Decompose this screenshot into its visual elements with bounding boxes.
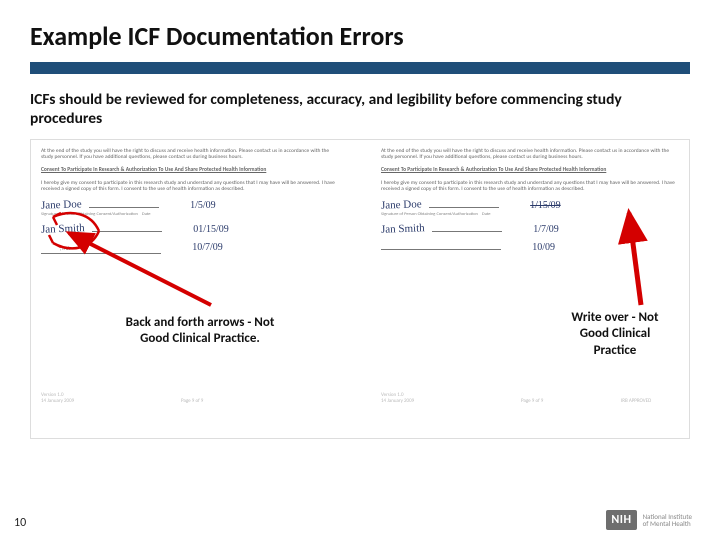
doc-right-footer: Version 1.0 14 January 2009 xyxy=(381,392,414,404)
nih-badge-icon: NIH xyxy=(606,510,636,530)
lead-text: ICFs should be reviewed for completeness… xyxy=(30,90,690,129)
slide-title: Example ICF Documentation Errors xyxy=(30,20,690,52)
annotation-left: Back and forth arrows - Not Good Clinica… xyxy=(120,315,280,348)
arrow-writeover-icon xyxy=(571,195,691,320)
nih-logo-text: National Institute of Mental Health xyxy=(643,513,692,528)
sig-right-date2: 1/7/09 xyxy=(533,224,559,236)
nih-logo: NIH National Institute of Mental Health xyxy=(606,510,692,530)
sig-right-date3: 10/09 xyxy=(532,242,555,254)
sig-right-name: Jane Doe xyxy=(381,198,422,213)
doc-left-footer-page: Page 9 of 9 xyxy=(181,398,203,404)
doc-left-footer: Version 1.0 14 January 2009 xyxy=(41,392,74,404)
arrow-back-forth-icon xyxy=(31,205,261,320)
example-documents: At the end of the study you will have th… xyxy=(30,139,690,439)
sig-right-printed: Jan Smith xyxy=(381,223,425,238)
sig-right-date1: 1/15/09 xyxy=(530,200,561,212)
doc-right-footer-page: Page 9 of 9 xyxy=(521,398,543,404)
page-number: 10 xyxy=(14,516,26,530)
annotation-right: Write over - Not Good Clinical Practice xyxy=(560,310,670,359)
doc-right-stamp: IRB APPROVED xyxy=(621,398,651,404)
title-rule xyxy=(30,62,690,74)
